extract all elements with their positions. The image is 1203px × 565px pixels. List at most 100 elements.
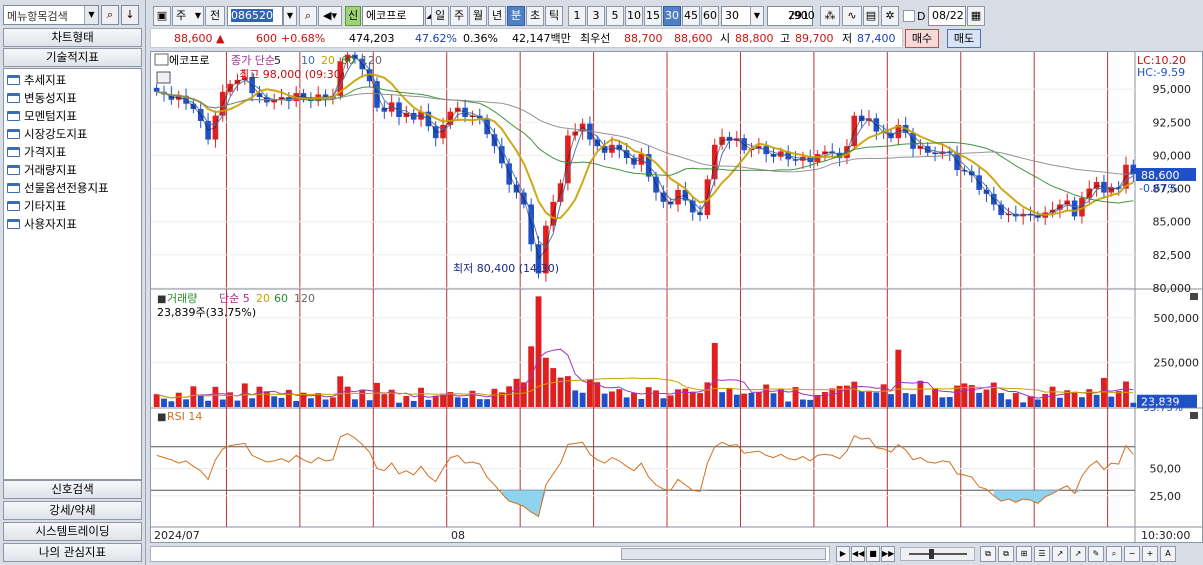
scroll-start-button[interactable]: ◀◀: [851, 546, 865, 562]
tab-system-trading[interactable]: 시스템트레이딩: [3, 522, 142, 541]
font-size-button[interactable]: A: [1160, 546, 1176, 562]
tool-button-4[interactable]: ☰: [1034, 546, 1050, 562]
volume-bar: [381, 394, 388, 407]
tool-button-8[interactable]: ⌕: [1106, 546, 1122, 562]
date-checkbox[interactable]: [903, 10, 915, 22]
tab-technical-indicators[interactable]: 기술적지표: [3, 48, 142, 67]
prev-button[interactable]: 전: [205, 6, 225, 26]
interval-5[interactable]: 5: [606, 6, 624, 26]
line-tool-icon: ∿: [847, 9, 857, 22]
tree-item[interactable]: 추세지표: [7, 71, 66, 89]
chart-stock-title: 에코프로: [169, 54, 209, 67]
calendar-button[interactable]: ▦: [967, 6, 985, 26]
interval-30[interactable]: 30: [663, 6, 681, 26]
interval-15[interactable]: 15: [644, 6, 662, 26]
scroll-end-button[interactable]: ▶▶: [881, 546, 895, 562]
interval-3[interactable]: 3: [587, 6, 605, 26]
tool-button-7[interactable]: ✎: [1088, 546, 1104, 562]
volume-legend-120: 120: [294, 292, 315, 305]
interval-10[interactable]: 10: [625, 6, 643, 26]
chart-svg[interactable]: 95,00092,50090,00087,50085,00082,50080,0…: [151, 46, 1202, 542]
settings-button[interactable]: ✲: [881, 6, 899, 26]
tree-item-label: 모멘텀지표: [24, 109, 77, 123]
tree-item[interactable]: 사용자지표: [7, 215, 77, 233]
chevron-down-icon[interactable]: ▼: [84, 6, 98, 24]
zoom-out-button[interactable]: −: [1124, 546, 1140, 562]
tab-chart-type[interactable]: 차트형태: [3, 28, 142, 47]
interval-dropdown[interactable]: ▼: [750, 6, 764, 26]
scroll-right-button[interactable]: ▶: [836, 546, 850, 562]
price-tick-label: 82,500: [1153, 249, 1192, 262]
copy-icon: ⧉: [985, 549, 991, 558]
zoom-in-button[interactable]: +: [1142, 546, 1158, 562]
tool-button-1[interactable]: ⧉: [980, 546, 996, 562]
tree-item-label: 변동성지표: [24, 91, 77, 105]
sell-button[interactable]: 매도: [947, 29, 981, 48]
tree-item[interactable]: 기타지표: [7, 197, 66, 215]
interval-1[interactable]: 1: [568, 6, 586, 26]
tool-button-6[interactable]: ↗: [1070, 546, 1086, 562]
tab-strength[interactable]: 강세/약세: [3, 501, 142, 520]
price-tick-label: 92,500: [1153, 116, 1192, 129]
period-year[interactable]: 년: [488, 6, 506, 26]
period-tick[interactable]: 틱: [545, 6, 563, 26]
pane-close-icon: [1190, 293, 1198, 300]
zoom-slider[interactable]: [900, 547, 975, 561]
horizontal-scrollbar[interactable]: [150, 546, 830, 562]
tool-button-2[interactable]: ⧉: [998, 546, 1014, 562]
zoom-slider-handle[interactable]: [929, 549, 934, 559]
tree-item[interactable]: 가격지표: [7, 143, 66, 161]
volume-bar: [249, 398, 256, 407]
stock-code-input[interactable]: 086520: [227, 6, 283, 26]
date-input[interactable]: 08/22: [928, 6, 966, 26]
stop-button[interactable]: ■: [866, 546, 880, 562]
period-select[interactable]: 주 ▼: [172, 6, 204, 26]
interval-45[interactable]: 45: [682, 6, 700, 26]
search-icon: ⌕: [304, 9, 312, 22]
search-button[interactable]: ⌕: [101, 5, 119, 25]
volume-legend-60: 60: [274, 292, 288, 305]
buy-button[interactable]: 매수: [905, 29, 939, 48]
layout-button[interactable]: ▣: [153, 6, 171, 26]
volume-bar: [263, 391, 270, 407]
volume-bar: [895, 349, 902, 407]
scrollbar-thumb[interactable]: [621, 548, 826, 560]
search-button[interactable]: ⌕: [299, 6, 317, 26]
interval-select[interactable]: 30: [721, 6, 751, 26]
period-minute[interactable]: 분: [507, 6, 525, 26]
layout-icon: ▣: [156, 9, 168, 22]
interval-60[interactable]: 60: [701, 6, 719, 26]
code-dropdown[interactable]: ▼: [283, 6, 297, 26]
save-button[interactable]: ▤: [863, 6, 879, 26]
draw-tool-button[interactable]: ∿: [842, 6, 862, 26]
speaker-icon: ◀▾: [323, 9, 337, 22]
period-week[interactable]: 주: [450, 6, 468, 26]
period-day[interactable]: 일: [431, 6, 449, 26]
chart-area[interactable]: 95,000 92,500 90,000 87,500 85,000 82,500 80,0…: [150, 46, 1203, 543]
move-down-button[interactable]: ↓: [121, 5, 139, 25]
candle-type-button[interactable]: ⁂: [820, 6, 840, 26]
tool-button-5[interactable]: ↗: [1052, 546, 1068, 562]
volume-bar: [329, 397, 336, 407]
tool-button-3[interactable]: ⊞: [1016, 546, 1032, 562]
volume-bar: [748, 392, 755, 407]
period-month[interactable]: 월: [469, 6, 487, 26]
sound-button[interactable]: ◀▾: [318, 6, 342, 26]
tree-item[interactable]: 시장강도지표: [7, 125, 87, 143]
volume-bar: [1020, 402, 1027, 407]
volume-bar: [1115, 391, 1122, 407]
period-second[interactable]: 초: [526, 6, 544, 26]
price-change: 600: [256, 32, 277, 45]
volume-bar: [939, 397, 946, 407]
tab-my-indicators[interactable]: 나의 관심지표: [3, 543, 142, 562]
zoom-slider-track: [909, 553, 967, 555]
volume-bar: [998, 393, 1005, 407]
play-icon: ▶: [839, 549, 847, 558]
volume-bar: [910, 394, 916, 407]
tab-signal-search[interactable]: 신호검색: [3, 480, 142, 499]
tree-item[interactable]: 거래량지표: [7, 161, 77, 179]
tree-item[interactable]: 변동성지표: [7, 89, 77, 107]
tree-item[interactable]: 선물옵션전용지표: [7, 179, 109, 197]
tree-item[interactable]: 모멘텀지표: [7, 107, 77, 125]
volume-bar: [337, 376, 344, 407]
